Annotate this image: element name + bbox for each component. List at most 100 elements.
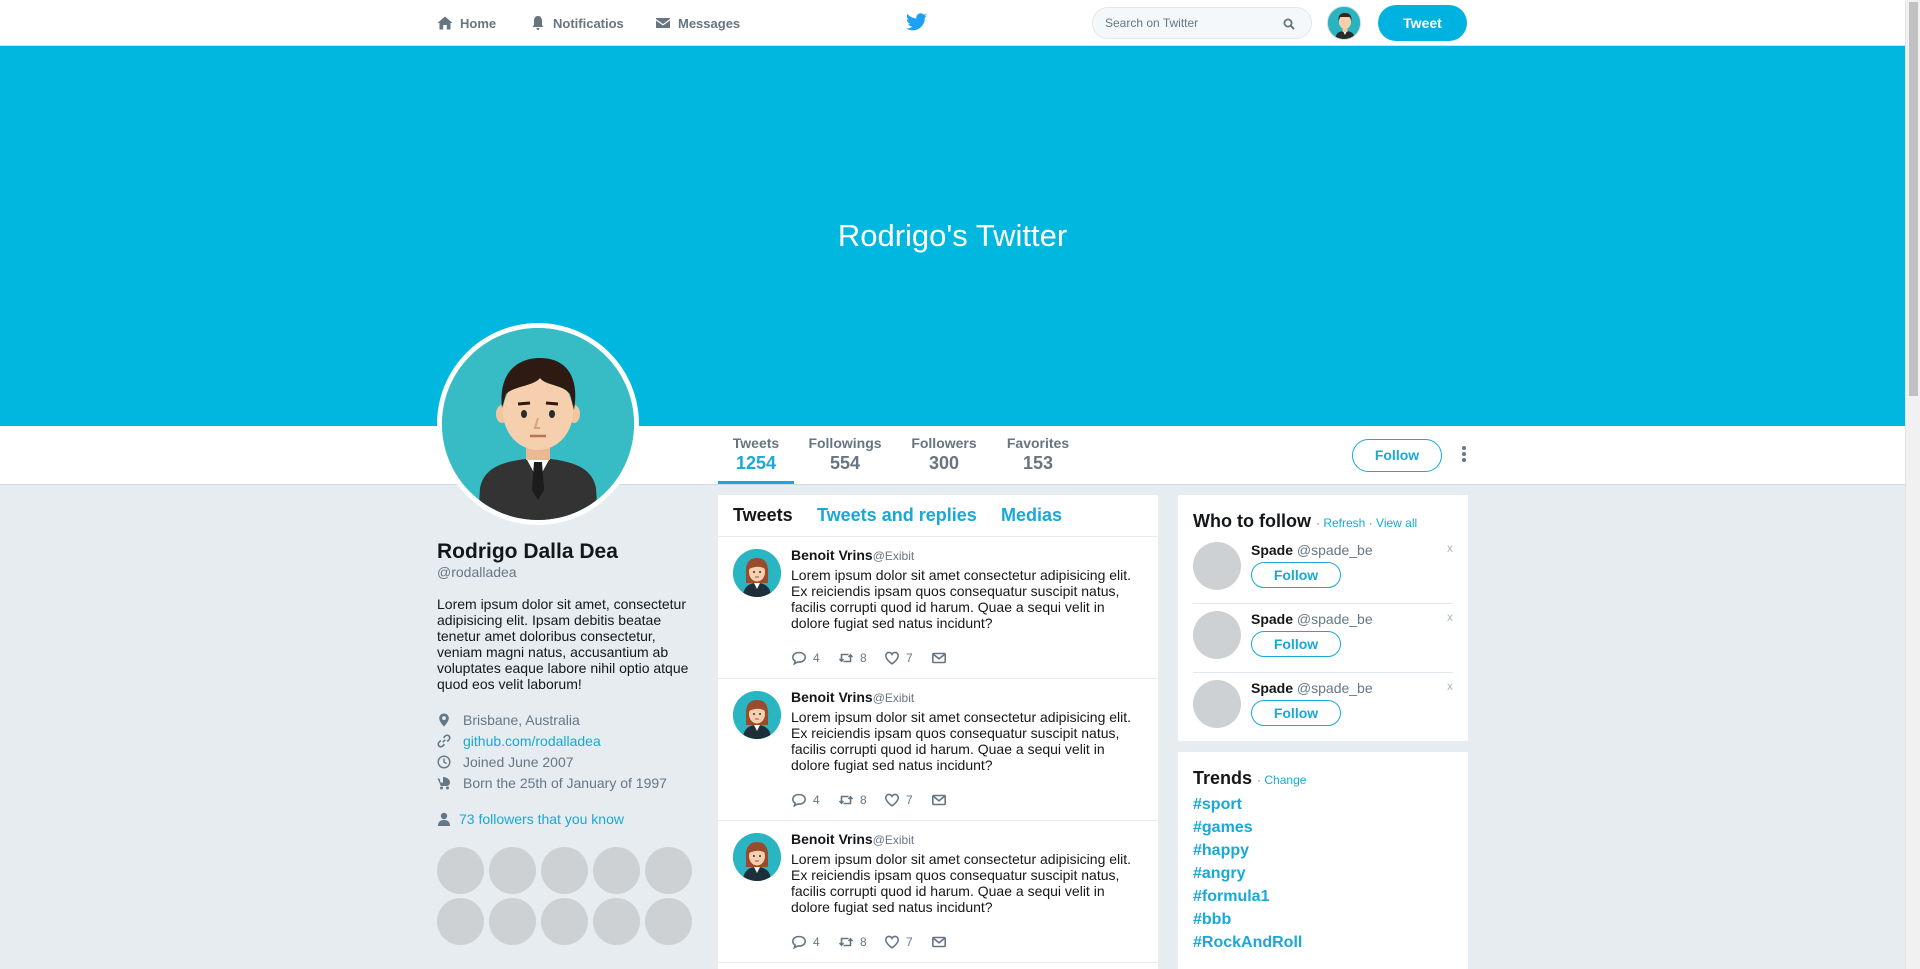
twitter-bird-icon[interactable] bbox=[906, 13, 927, 31]
tab-medias[interactable]: Medias bbox=[1001, 505, 1062, 526]
known-follower-avatar[interactable] bbox=[541, 847, 588, 894]
suggested-user-avatar[interactable] bbox=[1193, 611, 1241, 659]
suggested-user[interactable]: Spade @spade_be bbox=[1251, 680, 1373, 696]
tweet-author[interactable]: Benoit Vrins@Exibit bbox=[791, 689, 914, 705]
nav-messages[interactable]: Messages bbox=[655, 14, 740, 32]
profile-avatar[interactable] bbox=[437, 323, 639, 525]
page-scrollbar[interactable] bbox=[1905, 0, 1920, 969]
known-follower-avatar[interactable] bbox=[437, 847, 484, 894]
known-follower-avatar[interactable] bbox=[489, 898, 536, 945]
tweet[interactable]: Benoit Vrins@Exibit Lorem ipsum dolor sit… bbox=[718, 679, 1158, 821]
trend-item[interactable]: #sport bbox=[1193, 796, 1242, 814]
direct-message-action[interactable] bbox=[931, 792, 953, 808]
nav-home[interactable]: Home bbox=[437, 14, 496, 32]
tab-tweets[interactable]: Tweets bbox=[733, 505, 793, 526]
tweet-button[interactable]: Tweet bbox=[1378, 5, 1467, 41]
stat-followings-label: Followings bbox=[808, 435, 882, 451]
stat-followings[interactable]: Followings 554 bbox=[805, 435, 885, 474]
retweet-action[interactable]: 8 bbox=[838, 934, 867, 950]
tweet[interactable]: Benoit Vrins@Exibit Lorem ipsum dolor sit… bbox=[718, 537, 1158, 679]
like-action[interactable]: 7 bbox=[884, 792, 913, 808]
trend-item[interactable]: #formula1 bbox=[1193, 888, 1269, 906]
retweet-icon bbox=[838, 937, 854, 947]
known-follower-avatar[interactable] bbox=[489, 847, 536, 894]
trend-item[interactable]: #games bbox=[1193, 819, 1253, 837]
like-count: 7 bbox=[906, 651, 913, 665]
refresh-link[interactable]: Refresh bbox=[1323, 516, 1365, 530]
view-all-link[interactable]: View all bbox=[1376, 516, 1417, 530]
suggested-user[interactable]: Spade @spade_be bbox=[1251, 611, 1373, 627]
followers-you-know[interactable]: 73 followers that you know bbox=[437, 810, 624, 828]
tweet-author-avatar[interactable] bbox=[733, 691, 781, 739]
user-avatar-illustration bbox=[1328, 7, 1360, 39]
suggested-user-follow-button[interactable]: Follow bbox=[1251, 631, 1341, 657]
trend-item[interactable]: #RockAndRoll bbox=[1193, 934, 1302, 952]
stat-favorites-label: Favorites bbox=[1006, 435, 1070, 451]
map-marker-icon bbox=[439, 713, 449, 727]
reply-action[interactable]: 4 bbox=[791, 792, 820, 808]
known-follower-avatar[interactable] bbox=[437, 898, 484, 945]
trend-item[interactable]: #bbb bbox=[1193, 911, 1231, 929]
nav-notifications[interactable]: Notificatios bbox=[530, 14, 624, 32]
profile-stats-bar: Tweets 1254 Followings 554 Followers 300… bbox=[0, 426, 1905, 485]
suggested-user-handle: @spade_be bbox=[1296, 542, 1373, 558]
dismiss-suggestion-button[interactable]: x bbox=[1447, 679, 1453, 693]
timeline-tabs: Tweets Tweets and replies Medias bbox=[718, 495, 1158, 537]
tweet-author[interactable]: Benoit Vrins@Exibit bbox=[791, 547, 914, 563]
trend-item[interactable]: #happy bbox=[1193, 842, 1249, 860]
suggested-user-name: Spade bbox=[1251, 611, 1294, 627]
reply-action[interactable]: 4 bbox=[791, 650, 820, 666]
like-action[interactable]: 7 bbox=[884, 650, 913, 666]
stat-favorites[interactable]: Favorites 153 bbox=[1002, 435, 1074, 474]
profile-handle: @rodalladea bbox=[437, 564, 517, 580]
trends-card: Trends · Change #sport #games #happy #angry… bbox=[1178, 752, 1468, 969]
nav-user-avatar[interactable] bbox=[1327, 6, 1361, 40]
stat-followings-value: 554 bbox=[829, 453, 861, 473]
retweet-icon bbox=[838, 795, 854, 805]
scrollbar-thumb[interactable] bbox=[1909, 2, 1918, 396]
mail-icon bbox=[931, 936, 946, 948]
known-follower-avatar[interactable] bbox=[645, 847, 692, 894]
known-follower-avatar[interactable] bbox=[645, 898, 692, 945]
tab-tweets-and-replies[interactable]: Tweets and replies bbox=[817, 505, 977, 526]
reply-count: 4 bbox=[813, 935, 820, 949]
retweet-action[interactable]: 8 bbox=[838, 792, 867, 808]
baby-carriage-icon bbox=[437, 777, 450, 790]
follow-button[interactable]: Follow bbox=[1352, 439, 1442, 472]
search-icon[interactable] bbox=[1283, 18, 1295, 30]
suggested-user-follow-button[interactable]: Follow bbox=[1251, 562, 1341, 588]
known-follower-avatar[interactable] bbox=[593, 847, 640, 894]
who-to-follow-item: Spade @spade_be x Follow bbox=[1193, 604, 1453, 673]
dismiss-suggestion-button[interactable]: x bbox=[1447, 541, 1453, 555]
retweet-action[interactable]: 8 bbox=[838, 650, 867, 666]
heart-icon bbox=[884, 651, 900, 665]
stat-followers[interactable]: Followers 300 bbox=[907, 435, 981, 474]
like-action[interactable]: 7 bbox=[884, 934, 913, 950]
direct-message-action[interactable] bbox=[931, 650, 953, 666]
suggested-user-handle: @spade_be bbox=[1296, 611, 1373, 627]
reply-action[interactable]: 4 bbox=[791, 934, 820, 950]
suggested-user-avatar[interactable] bbox=[1193, 542, 1241, 590]
known-follower-avatar[interactable] bbox=[541, 898, 588, 945]
trends-title: Trends · Change bbox=[1193, 768, 1307, 788]
retweet-count: 8 bbox=[860, 935, 867, 949]
tweet-author-avatar[interactable] bbox=[733, 833, 781, 881]
dismiss-suggestion-button[interactable]: x bbox=[1447, 610, 1453, 624]
tweet-author-avatar[interactable] bbox=[733, 549, 781, 597]
suggested-user-follow-button[interactable]: Follow bbox=[1251, 700, 1341, 726]
direct-message-action[interactable] bbox=[931, 934, 953, 950]
profile-name: Rodrigo Dalla Dea bbox=[437, 540, 618, 563]
who-to-follow-item: Spade @spade_be x Follow bbox=[1193, 535, 1453, 604]
profile-website-link[interactable]: github.com/rodalladea bbox=[463, 733, 601, 749]
trend-item[interactable]: #angry bbox=[1193, 865, 1245, 883]
known-follower-avatar[interactable] bbox=[593, 898, 640, 945]
stat-tweets[interactable]: Tweets 1254 bbox=[718, 435, 794, 474]
suggested-user-avatar[interactable] bbox=[1193, 680, 1241, 728]
kebab-menu-icon[interactable] bbox=[1460, 445, 1468, 465]
tweet-author[interactable]: Benoit Vrins@Exibit bbox=[791, 831, 914, 847]
tweet[interactable]: Benoit Vrins@Exibit Lorem ipsum dolor sit… bbox=[718, 821, 1158, 963]
search-input[interactable] bbox=[1105, 15, 1275, 31]
change-trends-link[interactable]: Change bbox=[1264, 773, 1306, 787]
suggested-user[interactable]: Spade @spade_be bbox=[1251, 542, 1373, 558]
like-count: 7 bbox=[906, 935, 913, 949]
